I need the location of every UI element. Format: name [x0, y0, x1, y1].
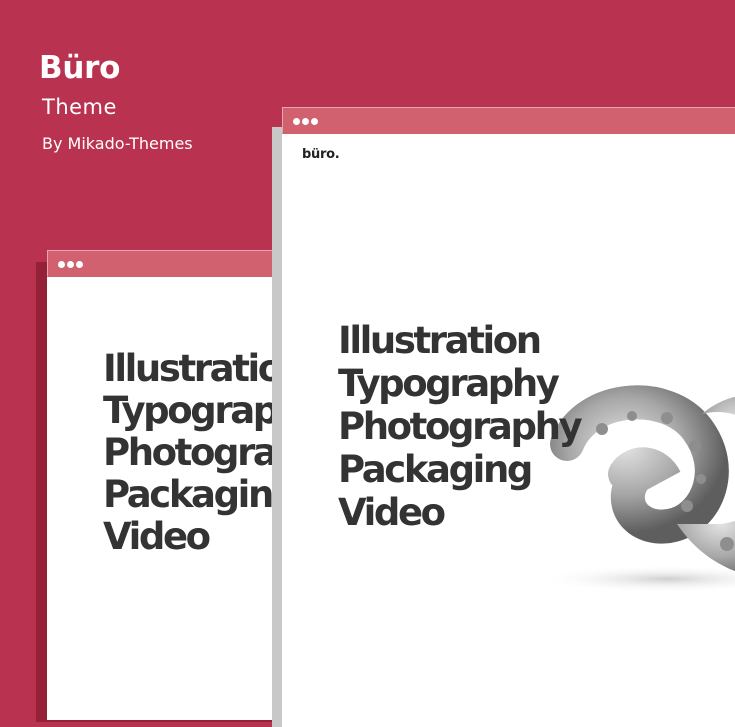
- window-dot: [302, 118, 309, 125]
- menu-item-packaging[interactable]: Packaging: [338, 448, 580, 491]
- menu-item-video[interactable]: Video: [338, 491, 580, 534]
- window-dot: [293, 118, 300, 125]
- back-browser-window: Illustration Typography Photography Pack…: [47, 250, 287, 720]
- window-dot: [311, 118, 318, 125]
- menu-item-illustration[interactable]: Illustration: [103, 348, 287, 390]
- menu-item-packaging[interactable]: Packaging: [103, 474, 287, 516]
- back-browser-titlebar: [47, 250, 287, 277]
- menu-item-typography[interactable]: Typography: [338, 362, 580, 405]
- front-browser-titlebar: [282, 107, 735, 134]
- menu-item-illustration[interactable]: Illustration: [338, 319, 580, 362]
- back-portfolio-menu: Illustration Typography Photography Pack…: [103, 348, 287, 558]
- menu-item-typography[interactable]: Typography: [103, 390, 287, 432]
- menu-item-photography[interactable]: Photography: [338, 405, 583, 448]
- theme-title: Büro: [39, 50, 121, 86]
- back-browser-content: Illustration Typography Photography Pack…: [47, 277, 287, 720]
- theme-subtitle: Theme: [42, 95, 117, 119]
- three-dots-icon: [293, 118, 318, 125]
- front-browser-window: büro. Illustration Typography Photograph…: [282, 107, 735, 727]
- front-browser-content: büro. Illustration Typography Photograph…: [282, 134, 735, 727]
- menu-item-photography[interactable]: Photography: [103, 432, 287, 474]
- theme-author: By Mikado-Themes: [42, 134, 193, 153]
- front-portfolio-menu: Illustration Typography Photography Pack…: [338, 319, 583, 534]
- window-dot: [67, 261, 74, 268]
- site-logo[interactable]: büro.: [302, 147, 340, 162]
- three-dots-icon: [58, 261, 83, 268]
- window-dot: [76, 261, 83, 268]
- menu-item-video[interactable]: Video: [103, 516, 287, 558]
- window-dot: [58, 261, 65, 268]
